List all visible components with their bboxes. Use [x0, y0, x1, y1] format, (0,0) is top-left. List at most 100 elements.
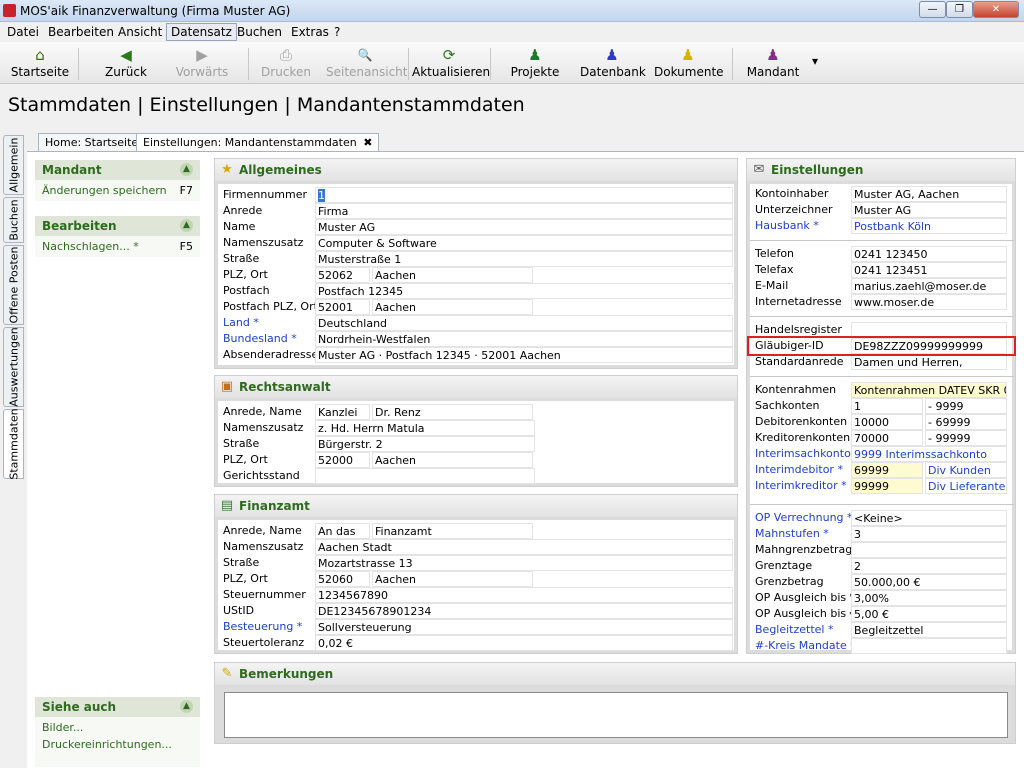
tab-home-startseite[interactable]: Home: Startseite [38, 133, 146, 151]
menu-extras[interactable]: Extras [291, 25, 329, 39]
collapse-icon[interactable]: ▲ [180, 700, 193, 713]
anrede-name-field[interactable]: An das [315, 523, 370, 539]
begleitzettel-label[interactable]: Begleitzettel * [755, 622, 833, 638]
plz-ort-field-2[interactable]: Aachen [372, 267, 533, 283]
hausbank-label[interactable]: Hausbank * [755, 218, 819, 234]
minimize-button[interactable]: — [919, 1, 946, 18]
aktualisieren-button[interactable]: ⟳ Aktualisieren [412, 45, 490, 83]
grenzbetrag-field[interactable]: 50.000,00 € [851, 574, 1007, 590]
op-ausgleich-bis-field[interactable]: 5,00 € [851, 606, 1007, 622]
kreditorenkonten-field[interactable]: 70000 [851, 430, 923, 446]
unterzeichner-field[interactable]: Muster AG [851, 202, 1007, 218]
sachkonten-field[interactable]: 1 [851, 398, 923, 414]
standardanrede-field[interactable]: Damen und Herren, [851, 354, 1007, 370]
internetadresse-field[interactable]: www.moser.de [851, 294, 1007, 310]
firmennummer-field[interactable]: 1 [315, 187, 733, 203]
anrede-name-field-2[interactable]: Finanzamt [372, 523, 533, 539]
vtab-buchen[interactable]: Buchen [3, 197, 24, 243]
e-mail-field[interactable]: marius.zaehl@moser.de [851, 278, 1007, 294]
nachschlagen-link[interactable]: Nachschlagen... * F5 [42, 238, 193, 255]
interimsachkonto-field[interactable]: 9999 Interimssachkonto [851, 446, 1007, 462]
gerichtsstand-field[interactable] [315, 468, 535, 484]
debitorenkonten-field-2[interactable]: - 69999 [925, 414, 1007, 430]
postfach-plz-ort-field[interactable]: 52001 [315, 299, 370, 315]
bundesland-label[interactable]: Bundesland * [223, 331, 297, 347]
druckereinrichtungen-link[interactable]: Druckereinrichtungen... [42, 736, 193, 753]
bearbeiten-box-header[interactable]: Bearbeiten ▲ [35, 216, 200, 236]
dokumente-button[interactable]: ♟ Dokumente [654, 45, 724, 83]
menu-datensatz[interactable]: Datensatz [166, 23, 237, 41]
vtab-offene-posten[interactable]: Offene Posten [3, 245, 24, 325]
kreis-mandate-field[interactable] [851, 638, 1007, 654]
zurueck-button[interactable]: ◀ Zurück [98, 45, 154, 83]
postfach-plz-ort-field-2[interactable]: Aachen [372, 299, 533, 315]
collapse-icon[interactable]: ▲ [180, 163, 193, 176]
anrede-name-field-2[interactable]: Dr. Renz [372, 404, 533, 420]
tab-mandantenstammdaten[interactable]: Einstellungen: Mandantenstammdaten ✖ [136, 133, 380, 151]
besteuerung-field[interactable]: Sollversteuerung [315, 619, 733, 635]
kontoinhaber-field[interactable]: Muster AG, Aachen [851, 186, 1007, 202]
interimdebitor-label[interactable]: Interimdebitor * [755, 462, 843, 478]
interimkreditor-field-2[interactable]: Div Lieferanten [925, 478, 1007, 494]
telefax-field[interactable]: 0241 123451 [851, 262, 1007, 278]
restore-button[interactable]: ❐ [946, 1, 973, 18]
interimkreditor-label[interactable]: Interimkreditor * [755, 478, 847, 494]
toolbar-overflow-icon[interactable]: ▾ [812, 54, 818, 68]
ustid-field[interactable]: DE12345678901234 [315, 603, 733, 619]
menu-help[interactable]: ? [334, 25, 340, 39]
kontenrahmen-field[interactable]: Kontenrahmen DATEV SKR 03 [851, 382, 1007, 398]
telefon-field[interactable]: 0241 123450 [851, 246, 1007, 262]
startseite-button[interactable]: ⌂ Startseite [8, 45, 72, 83]
op-verrechnung-field[interactable]: <Keine> [851, 510, 1007, 526]
siehe-auch-box-header[interactable]: Siehe auch ▲ [35, 697, 200, 717]
menu-ansicht[interactable]: Ansicht [118, 25, 162, 39]
land-field[interactable]: Deutschland [315, 315, 733, 331]
name-field[interactable]: Muster AG [315, 219, 733, 235]
mandant-box-header[interactable]: Mandant ▲ [35, 160, 200, 180]
strasse-field[interactable]: Mozartstrasse 13 [315, 555, 733, 571]
namenszusatz-field[interactable]: Computer & Software [315, 235, 733, 251]
debitorenkonten-field[interactable]: 10000 [851, 414, 923, 430]
grenztage-field[interactable]: 2 [851, 558, 1007, 574]
menu-datei[interactable]: Datei [7, 25, 39, 39]
mandant-button[interactable]: ♟ Mandant [744, 45, 802, 83]
seitenansicht-button[interactable]: 🔍 Seitenansicht [326, 45, 407, 83]
anrede-field[interactable]: Firma [315, 203, 733, 219]
postfach-field[interactable]: Postfach 12345 [315, 283, 733, 299]
bundesland-field[interactable]: Nordrhein-Westfalen [315, 331, 733, 347]
namenszusatz-field[interactable]: Aachen Stadt [315, 539, 733, 555]
vtab-auswertungen[interactable]: Auswertungen [3, 327, 24, 407]
vtab-allgemein[interactable]: Allgemein [3, 135, 24, 195]
interimdebitor-field[interactable]: 69999 [851, 462, 923, 478]
vtab-stammdaten[interactable]: Stammdaten [3, 408, 24, 480]
sachkonten-field-2[interactable]: - 9999 [925, 398, 1007, 414]
strasse-field[interactable]: Musterstraße 1 [315, 251, 733, 267]
hausbank-field[interactable]: Postbank Köln [851, 218, 1007, 234]
plz-ort-field[interactable]: 52062 [315, 267, 370, 283]
aenderungen-speichern-link[interactable]: Änderungen speichern F7 [42, 182, 193, 199]
datenbank-button[interactable]: ♟ Datenbank [580, 45, 646, 83]
vorwaerts-button[interactable]: ▶ Vorwärts [172, 45, 232, 83]
land-label[interactable]: Land * [223, 315, 259, 331]
bilder-link[interactable]: Bilder... [42, 719, 193, 736]
besteuerung-label[interactable]: Besteuerung * [223, 619, 302, 635]
plz-ort-field-2[interactable]: Aachen [372, 452, 533, 468]
mahnstufen-label[interactable]: Mahnstufen * [755, 526, 829, 542]
plz-ort-field[interactable]: 52060 [315, 571, 370, 587]
mahnstufen-field[interactable]: 3 [851, 526, 1007, 542]
interimdebitor-field-2[interactable]: Div Kunden [925, 462, 1007, 478]
bemerkungen-textarea[interactable] [224, 692, 1008, 738]
op-verrechnung-label[interactable]: OP Verrechnung * [755, 510, 853, 526]
close-button[interactable]: ✕ [973, 1, 1019, 18]
namenszusatz-field[interactable]: z. Hd. Herrn Matula [315, 420, 535, 436]
kreis-mandate-label[interactable]: #-Kreis Mandate * [755, 638, 856, 654]
steuertoleranz-field[interactable]: 0,02 € [315, 635, 733, 651]
menu-bearbeiten[interactable]: Bearbeiten [48, 25, 114, 39]
drucken-button[interactable]: ⎙ Drucken [258, 45, 314, 83]
plz-ort-field[interactable]: 52000 [315, 452, 370, 468]
interimkreditor-field[interactable]: 99999 [851, 478, 923, 494]
strasse-field[interactable]: Bürgerstr. 2 [315, 436, 535, 452]
steuernummer-field[interactable]: 1234567890 [315, 587, 733, 603]
collapse-icon[interactable]: ▲ [180, 219, 193, 232]
projekte-button[interactable]: ♟ Projekte [506, 45, 564, 83]
